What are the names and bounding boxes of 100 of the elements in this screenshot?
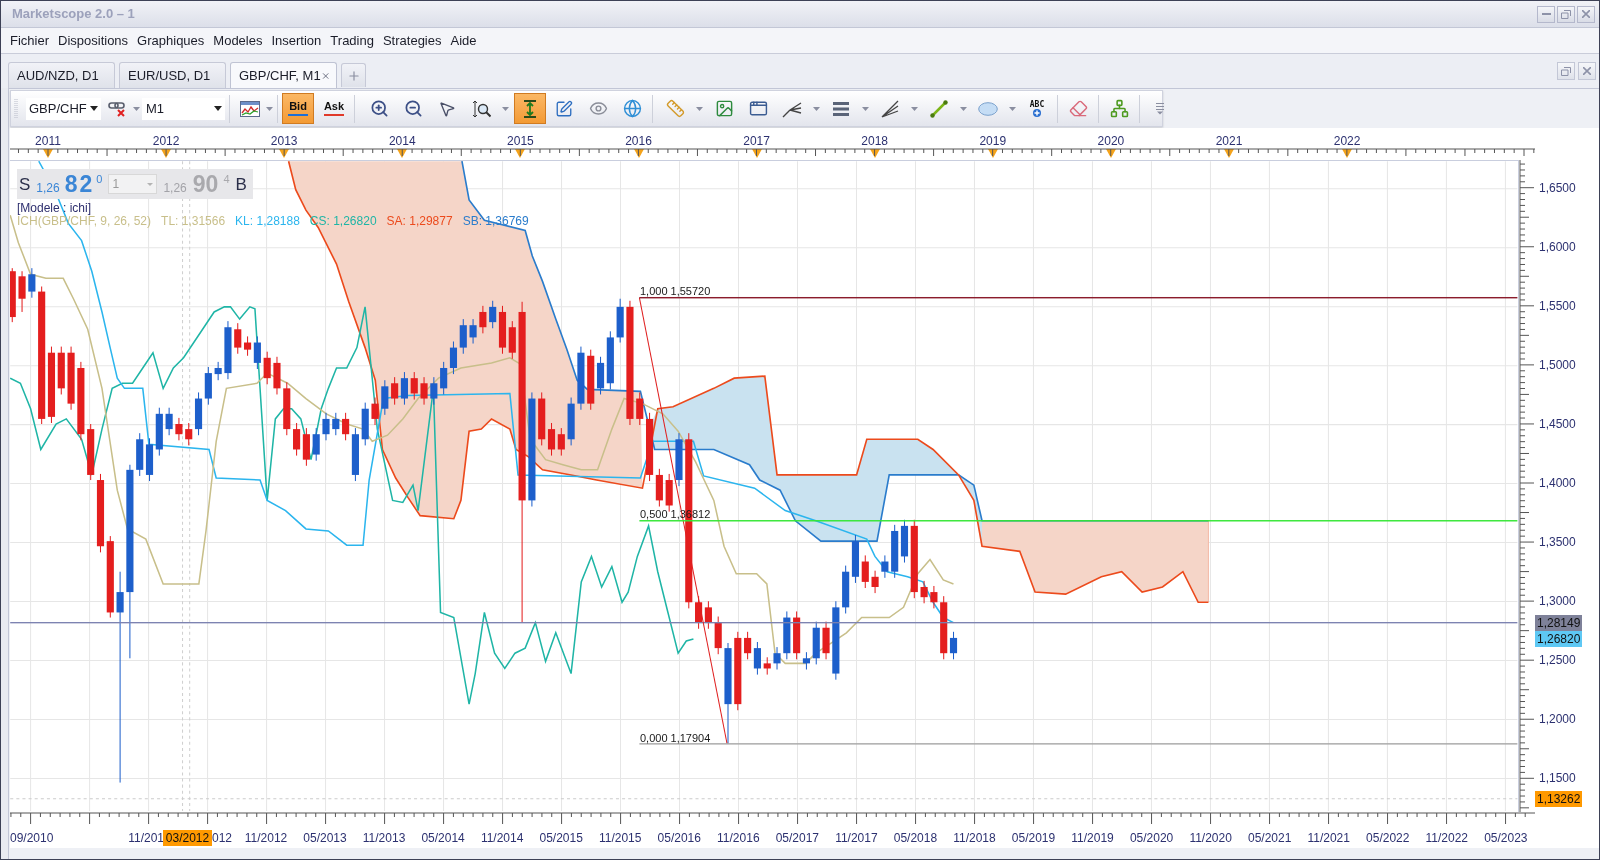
date-axis-label: 11/2012 [244,830,288,846]
year-label: 2011 [35,133,61,150]
buy-price-pips: 90 [192,172,219,196]
chart-tab[interactable]: AUD/NZD, D1 [8,62,115,88]
date-axis-label: 05/2015 [539,830,583,846]
pointer-icon [438,99,456,118]
plus-icon [346,68,361,83]
price-axis-label: 1,6500 [1539,180,1576,195]
pitchfork-icon [782,99,802,118]
close-icon [1582,10,1590,18]
minimize-icon [1541,13,1551,15]
hierarchy-icon [1109,99,1129,118]
chart-tab[interactable]: EUR/USD, D1 [119,62,226,88]
year-label: 2020 [1097,133,1125,150]
candlestick [420,377,428,405]
sell-price-fraction: 0 [96,174,103,185]
candlestick [332,412,340,436]
date-axis-label: 05/2017 [775,830,820,846]
vertical-arrows-icon [522,99,538,118]
new-tab-button[interactable] [341,63,366,87]
price-axis-label: 1,6000 [1539,239,1576,254]
candlestick [410,372,418,400]
sell-label: S [19,175,31,193]
zoom-in-icon [369,99,389,118]
price-tag: 1,28149 [1535,614,1583,631]
menu-item[interactable]: Fichier [6,29,53,52]
symbol-dropdown[interactable]: GBP/CHF [26,97,101,120]
indicator-legend-label: SA: 1,29877 [386,214,453,228]
eye-icon [588,99,608,118]
triangle-marker-icon [869,149,880,158]
price-side-toggle[interactable]: Bid [282,93,314,124]
date-axis-label: 05/2023 [1484,830,1528,846]
year-label: 2013 [270,133,298,150]
year-label: 2016 [625,133,652,150]
candlestick [577,346,585,410]
chart-window-icon [240,100,260,117]
price-axis-label: 1,3000 [1539,594,1576,609]
chart-tab[interactable]: GBP/CHF, M1 [230,62,337,88]
year-label: 2017 [743,133,770,150]
year-label: 2015 [507,133,534,150]
sell-price-prefix: 1,26 [36,181,60,194]
candlestick [881,555,889,578]
date-axis-label: 11/201 [128,830,164,846]
edit-icon [555,99,573,118]
menu-item[interactable]: Insertion [267,29,326,52]
candlestick [224,321,232,380]
fit-button[interactable] [514,93,546,124]
date-axis-label: 05/2020 [1129,830,1174,846]
year-label: 2014 [388,133,416,150]
sell-price-pips: 82 [64,172,95,196]
menu-item[interactable]: Trading [326,29,378,52]
close-icon [1583,67,1591,75]
close-button[interactable] [1578,62,1596,80]
price-axis-label: 1,1500 [1539,771,1576,786]
candlestick [763,657,771,675]
date-axis-label: 05/2016 [657,830,701,846]
candlestick [165,407,173,436]
price-side-toggle[interactable]: Ask [318,93,350,124]
date-axis-label: 05/2013 [303,830,347,846]
triangle-marker-icon [751,149,762,158]
candlestick [214,361,222,381]
date-axis-label: 012 [212,830,233,846]
caret-icon[interactable] [214,106,222,111]
plus-icon [1033,108,1041,117]
date-axis-label: 11/2021 [1307,830,1350,846]
candlestick [469,319,477,344]
candlestick [714,616,722,655]
price-axis-label: 1,4000 [1539,476,1576,490]
triangle-marker-icon [633,149,644,158]
eraser-icon [1068,99,1088,118]
menu-item[interactable]: Aide [446,29,481,52]
text-button[interactable]: ABC [1021,93,1053,124]
crosshair-date-label: 03/2012 [163,830,212,846]
restore-button[interactable] [1557,62,1575,80]
globe-icon [622,99,642,118]
date-axis-label: 11/2013 [362,830,406,846]
stacked-bars-icon [833,101,849,116]
timeframe-dropdown[interactable]: M1 [142,97,225,120]
candlestick [675,433,683,487]
candlestick [234,323,242,354]
fibonacci-level-label: 1,000 1,55720 [640,284,711,298]
triangle-marker-icon [1342,149,1353,158]
triangle-marker-icon [1224,149,1234,158]
menu-item[interactable]: Dispositions [54,29,133,52]
triangle-marker-icon [161,149,172,158]
restore-button[interactable] [1557,5,1575,23]
price-axis-label: 1,2000 [1539,712,1576,727]
candlestick [812,621,820,665]
minimize-button[interactable] [1537,5,1555,23]
candlestick [871,570,879,594]
candlestick [312,428,320,461]
menu-item[interactable]: Strategies [378,29,446,52]
menu-item[interactable]: Modeles [209,29,267,52]
triangle-marker-icon [515,149,526,158]
close-button[interactable] [1577,5,1595,23]
fibonacci-level-label: 0,000 1,17904 [640,731,711,745]
menu-item[interactable]: Graphiques [133,29,209,52]
caret-icon[interactable] [90,106,98,111]
candlestick [567,397,575,446]
candlestick [322,412,330,441]
